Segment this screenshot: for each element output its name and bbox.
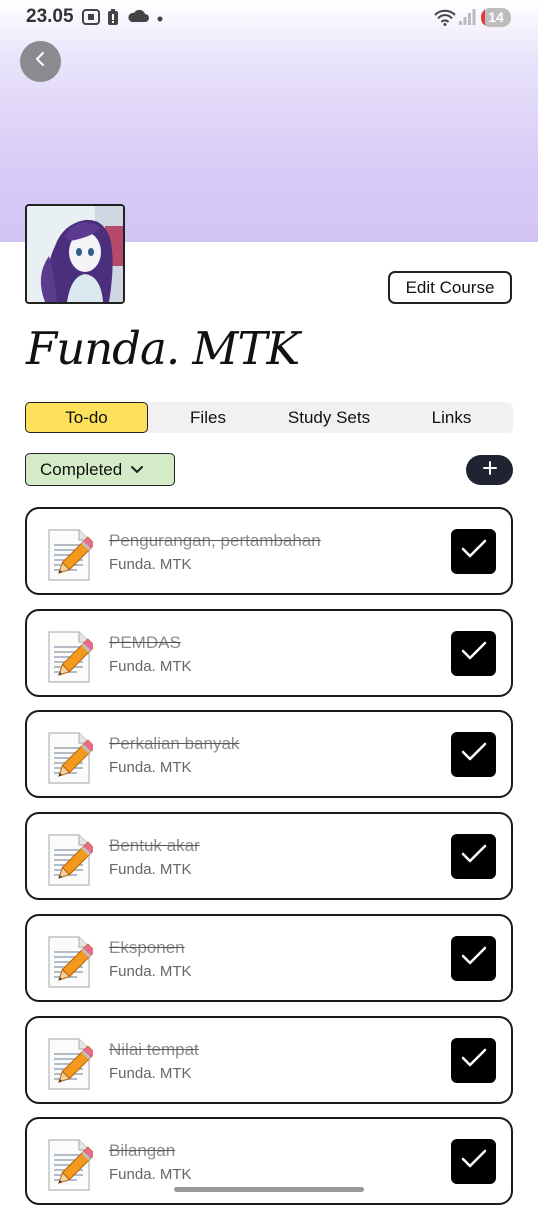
task-card[interactable]: PEMDAS Funda. MTK xyxy=(25,608,513,697)
task-checkbox[interactable] xyxy=(451,1139,496,1185)
task-checkbox[interactable] xyxy=(451,732,496,778)
task-checkbox[interactable] xyxy=(451,935,496,981)
filter-dropdown[interactable]: Completed xyxy=(25,453,175,486)
dot-icon xyxy=(157,10,163,26)
task-card[interactable]: Eksponen Funda. MTK xyxy=(25,913,513,1002)
task-course: Funda. MTK xyxy=(109,759,192,777)
checkmark-icon xyxy=(461,538,487,565)
checkmark-icon xyxy=(461,945,487,972)
add-task-button[interactable] xyxy=(466,455,513,485)
back-button[interactable] xyxy=(20,41,61,82)
screenshot-icon xyxy=(82,9,100,29)
status-time: 23.05 xyxy=(26,6,74,27)
status-bar: 23.05 14 xyxy=(0,0,538,36)
task-title: Pengurangan, pertambahan xyxy=(109,531,321,550)
task-course: Funda. MTK xyxy=(109,556,192,573)
plus-icon xyxy=(482,460,497,480)
edit-course-button[interactable]: Edit Course xyxy=(388,271,512,304)
checkmark-icon xyxy=(461,1148,487,1175)
task-card[interactable]: Nilai tempat Funda. MTK xyxy=(25,1015,513,1104)
document-icon xyxy=(47,732,96,784)
task-course: Funda. MTK xyxy=(109,1064,192,1082)
document-icon xyxy=(47,1139,96,1191)
tab-links[interactable]: Links xyxy=(390,402,513,433)
signal-icon xyxy=(458,9,476,30)
checkmark-icon xyxy=(461,741,487,768)
tab-todo[interactable]: To-do xyxy=(25,402,148,433)
battery-alert-icon xyxy=(107,9,119,30)
task-checkbox[interactable] xyxy=(451,1037,496,1083)
tab-bar: To-do Files Study Sets Links xyxy=(25,402,513,433)
home-indicator[interactable] xyxy=(174,1187,364,1192)
chevron-left-icon xyxy=(34,51,48,72)
tab-study-sets[interactable]: Study Sets xyxy=(268,402,390,433)
task-course: Funda. MTK xyxy=(109,657,192,675)
course-avatar xyxy=(25,204,125,304)
wifi-icon xyxy=(434,9,456,30)
task-title: Bilangan xyxy=(109,1141,176,1161)
task-card[interactable]: Bentuk akar Funda. MTK xyxy=(25,812,513,901)
task-course: Funda. MTK xyxy=(109,1166,192,1184)
task-course: Funda. MTK xyxy=(109,861,192,879)
task-title: Bentuk akar xyxy=(109,836,200,856)
task-title: Eksponen xyxy=(109,937,185,957)
battery-indicator: 14 xyxy=(481,8,511,27)
tab-files[interactable]: Files xyxy=(148,402,268,433)
checkmark-icon xyxy=(461,640,487,667)
document-icon xyxy=(47,1037,96,1090)
task-title: PEMDAS xyxy=(109,632,181,652)
battery-level-fill xyxy=(481,8,486,27)
battery-percent: 14 xyxy=(488,9,504,25)
chevron-down-icon xyxy=(130,460,144,480)
task-title: Perkalian banyak xyxy=(109,734,240,754)
checkmark-icon xyxy=(461,1047,487,1074)
document-icon xyxy=(47,631,96,683)
filter-label: Completed xyxy=(40,459,123,479)
task-checkbox[interactable] xyxy=(451,630,496,676)
task-card[interactable]: Perkalian banyak Funda. MTK xyxy=(25,710,513,799)
checkmark-icon xyxy=(461,843,487,870)
document-icon xyxy=(47,834,96,886)
course-title: Funda. MTK xyxy=(26,322,300,375)
task-checkbox[interactable] xyxy=(451,529,496,574)
task-card[interactable]: Pengurangan, pertambahan Funda. MTK xyxy=(25,507,513,595)
document-icon xyxy=(47,529,96,581)
cloud-icon xyxy=(127,9,149,27)
task-checkbox[interactable] xyxy=(451,834,496,880)
task-title: Nilai tempat xyxy=(109,1039,199,1059)
document-icon xyxy=(47,936,96,988)
task-course: Funda. MTK xyxy=(109,962,192,980)
